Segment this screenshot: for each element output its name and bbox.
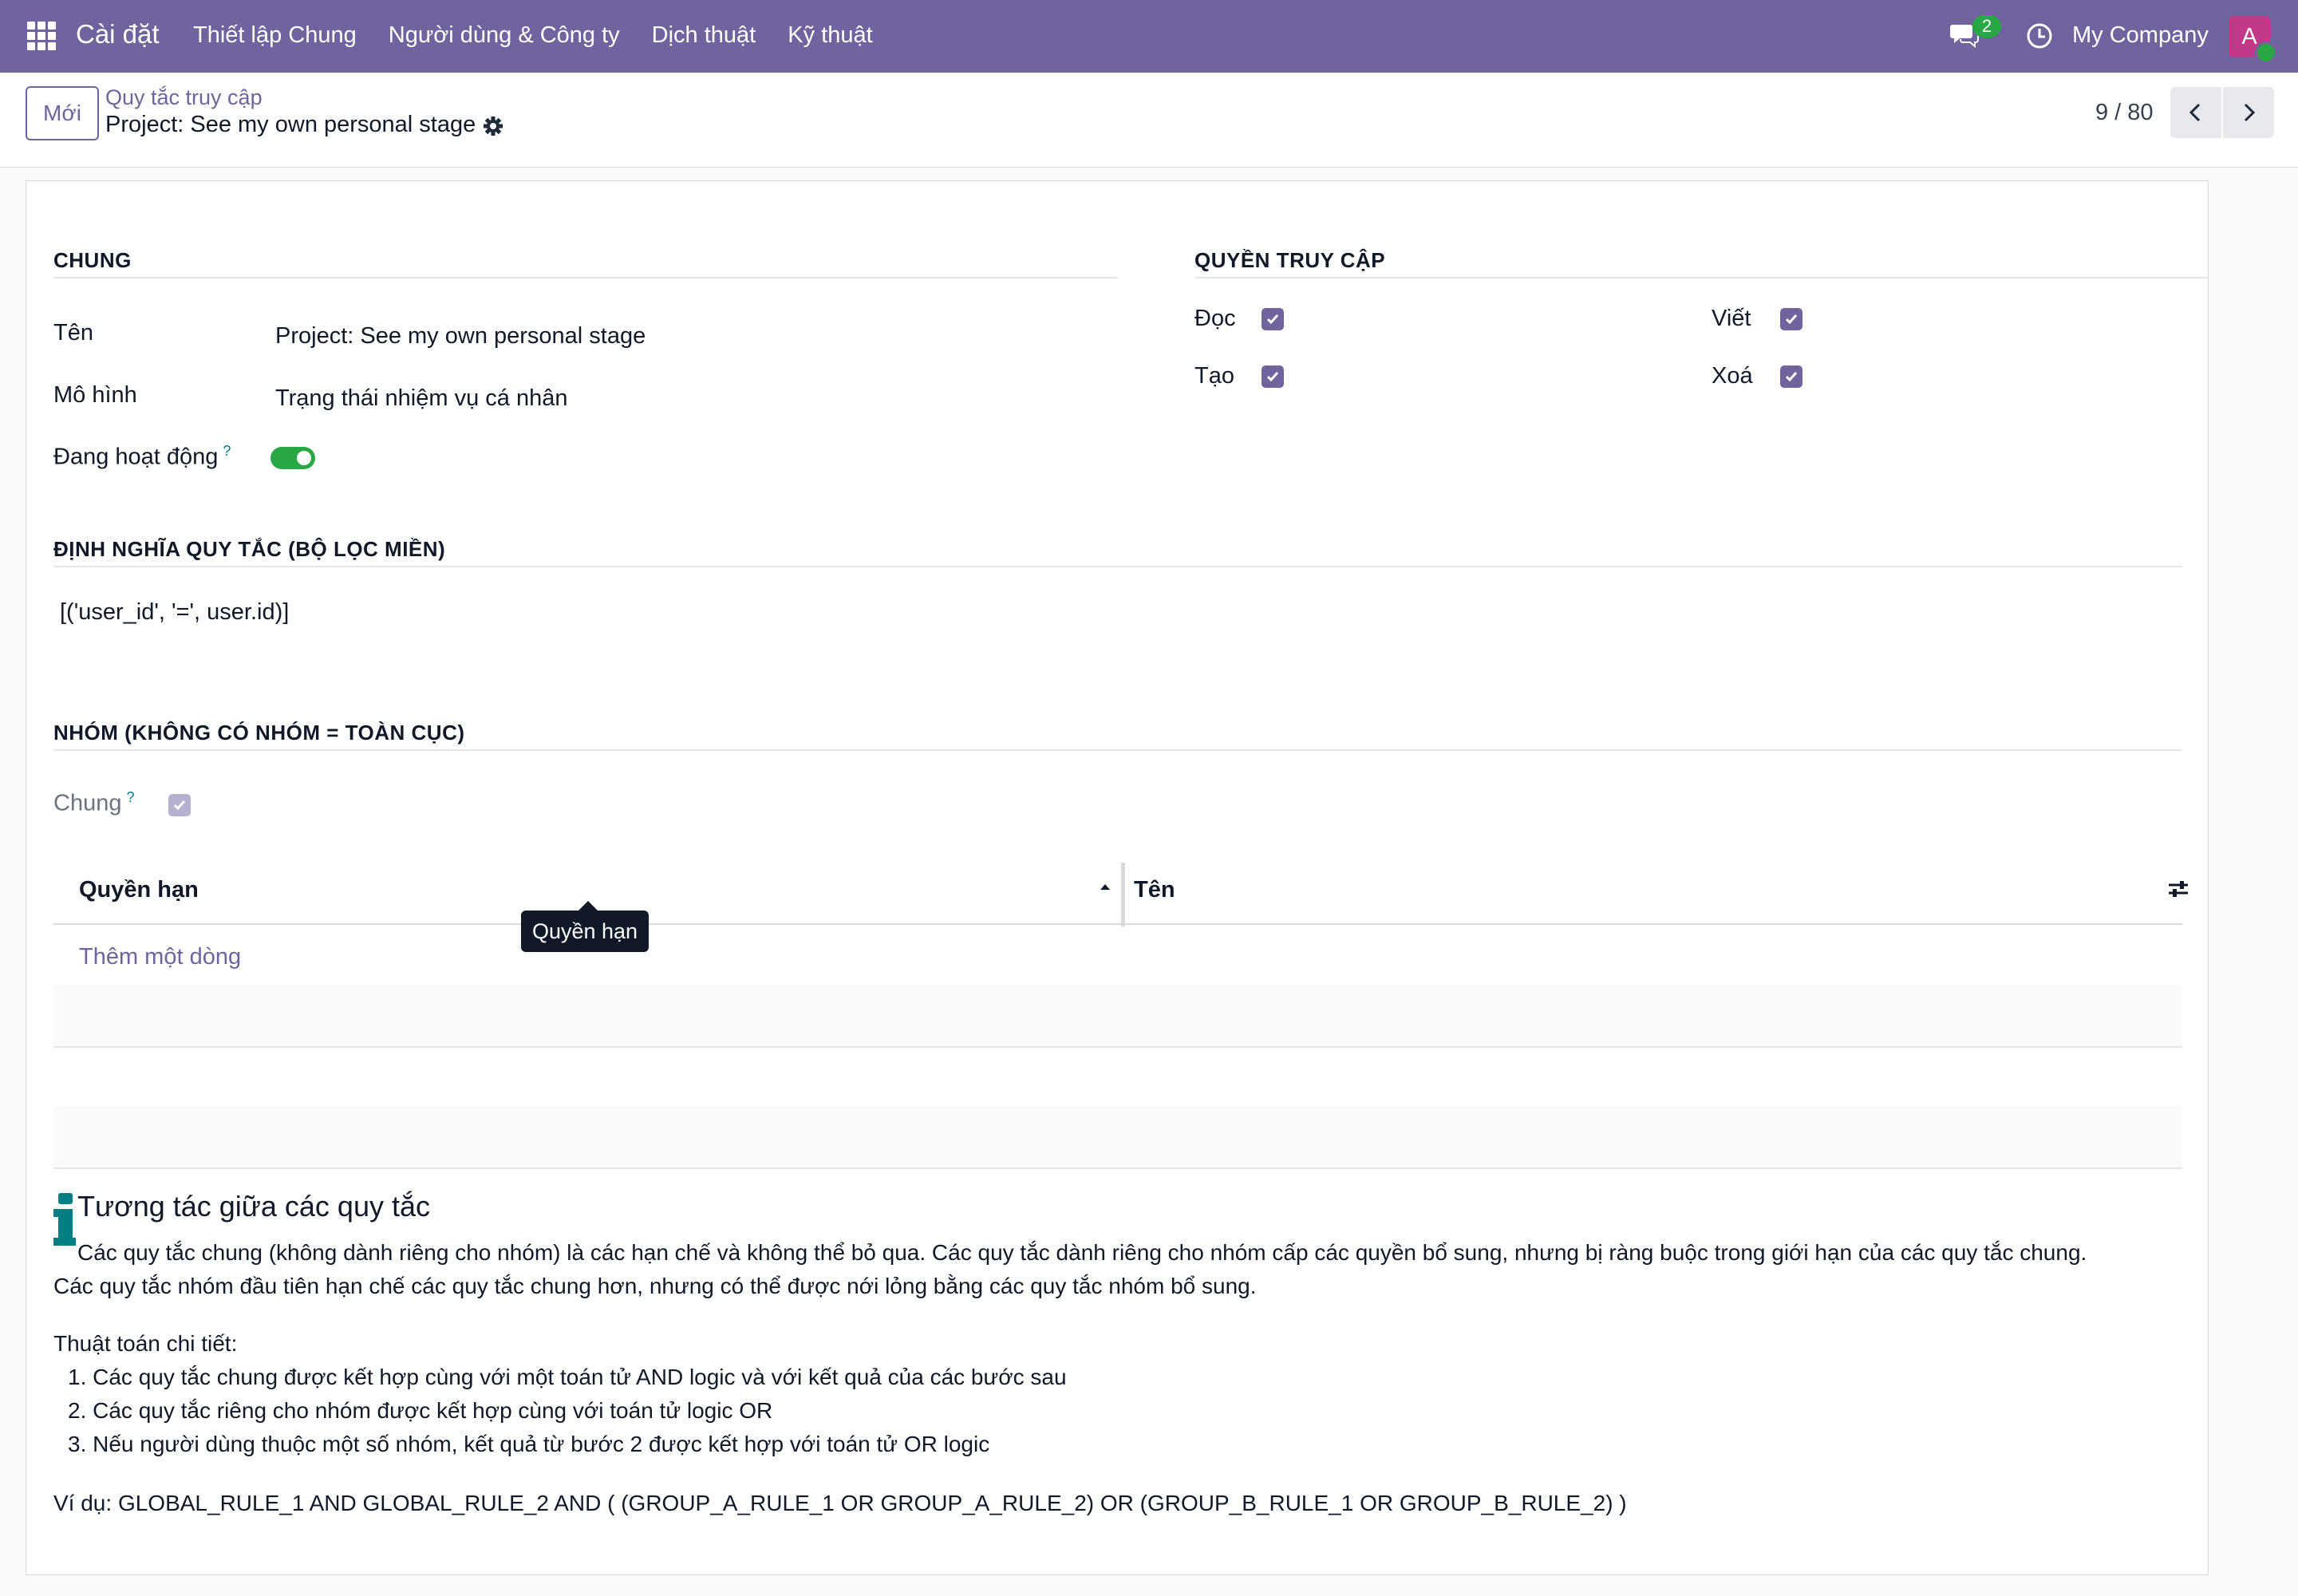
name-label: Tên <box>53 320 93 346</box>
chevron-right-icon <box>2244 103 2256 122</box>
checkmark-icon <box>1785 314 1798 325</box>
column-tooltip: Quyền hạn <box>521 901 649 952</box>
section-general-title: CHUNG <box>53 248 132 272</box>
domain-field[interactable]: [('user_id', '=', user.id)] <box>60 599 289 626</box>
write-label: Viết <box>1712 306 1751 331</box>
model-field[interactable]: Trạng thái nhiệm vụ cá nhân <box>275 385 567 412</box>
section-divider <box>53 749 2182 751</box>
pager-next-button[interactable] <box>2223 87 2274 138</box>
gear-icon[interactable] <box>482 115 504 137</box>
apps-grid-icon[interactable] <box>27 22 56 50</box>
chevron-left-icon <box>2189 103 2201 122</box>
info-icon <box>53 1193 76 1246</box>
help-tooltip-icon[interactable]: ? <box>223 443 231 459</box>
top-navbar: Cài đặt Thiết lập Chung Người dùng & Côn… <box>0 0 2298 73</box>
global-label: Chung? <box>53 789 134 817</box>
pager-previous-button[interactable] <box>2170 87 2221 138</box>
active-toggle[interactable] <box>270 447 315 469</box>
optional-columns-icon[interactable] <box>2166 877 2190 901</box>
column-header-name[interactable]: Tên <box>1134 877 1175 903</box>
company-switcher[interactable]: My Company <box>2072 22 2209 49</box>
read-label: Đọc <box>1194 306 1236 331</box>
menu-translations[interactable]: Dịch thuật <box>652 22 756 49</box>
section-groups-title: NHÓM (KHÔNG CÓ NHÓM = TOÀN CỤC) <box>53 721 465 745</box>
control-panel: Mới Quy tắc truy cập Project: See my own… <box>0 73 2298 168</box>
name-field[interactable]: Project: See my own personal stage <box>275 323 646 350</box>
checkmark-icon <box>173 800 186 811</box>
section-divider <box>53 277 1118 279</box>
table-row <box>53 986 2182 1048</box>
add-line-link[interactable]: Thêm một dòng <box>79 944 241 970</box>
menu-general-settings[interactable]: Thiết lập Chung <box>193 22 357 49</box>
table-row: Thêm một dòng <box>53 925 2182 987</box>
form-sheet: CHUNG Tên Project: See my own personal s… <box>26 180 2209 1575</box>
checkmark-icon <box>1266 314 1279 325</box>
algorithm-title: Thuật toán chi tiết: <box>53 1331 238 1356</box>
section-divider <box>1194 277 2208 279</box>
app-brand[interactable]: Cài đặt <box>76 19 160 49</box>
online-status-dot <box>2255 41 2277 64</box>
section-divider <box>53 566 2182 567</box>
new-button[interactable]: Mới <box>26 86 99 140</box>
help-tooltip-icon[interactable]: ? <box>126 789 134 805</box>
column-header-permission[interactable]: Quyền hạn <box>79 877 199 903</box>
model-label: Mô hình <box>53 382 137 408</box>
info-paragraph-line: Các quy tắc chung (không dành riêng cho … <box>77 1240 2087 1265</box>
menu-technical[interactable]: Kỹ thuật <box>788 22 872 49</box>
create-checkbox[interactable] <box>1262 365 1284 388</box>
active-label: Đang hoạt động? <box>53 443 231 471</box>
algorithm-step: 1. Các quy tắc chung được kết hợp cùng v… <box>68 1365 1067 1389</box>
algorithm-example: Ví dụ: GLOBAL_RULE_1 AND GLOBAL_RULE_2 A… <box>53 1491 1627 1515</box>
section-domain-title: ĐỊNH NGHĨA QUY TẮC (BỘ LỌC MIỀN) <box>53 537 446 561</box>
main-menu: Thiết lập Chung Người dùng & Công ty Dịc… <box>193 22 905 49</box>
menu-users-companies[interactable]: Người dùng & Công ty <box>389 22 620 49</box>
delete-checkbox[interactable] <box>1780 365 1802 388</box>
clock-icon[interactable] <box>2025 22 2054 50</box>
checkmark-icon <box>1785 372 1798 382</box>
info-paragraph-line: Các quy tắc nhóm đầu tiên hạn chế các qu… <box>53 1274 1257 1298</box>
table-row <box>53 1107 2182 1169</box>
delete-label: Xoá <box>1712 363 1753 389</box>
write-checkbox[interactable] <box>1780 308 1802 330</box>
checkmark-icon <box>1266 372 1279 382</box>
active-label-text: Đang hoạt động <box>53 444 219 470</box>
global-label-text: Chung <box>53 790 122 816</box>
table-row <box>53 1046 2182 1108</box>
message-count-badge: 2 <box>1972 15 2001 38</box>
breadcrumb-record-title: Project: See my own personal stage <box>105 112 476 137</box>
create-label: Tạo <box>1194 363 1234 389</box>
groups-table-header: Quyền hạn Tên <box>53 853 2188 926</box>
column-resize-handle[interactable] <box>1121 863 1125 926</box>
read-checkbox[interactable] <box>1262 308 1284 330</box>
pager-value[interactable]: 9 / 80 <box>2095 100 2154 126</box>
info-title: Tương tác giữa các quy tắc <box>77 1190 431 1223</box>
sort-ascending-icon <box>1100 884 1110 890</box>
global-checkbox <box>168 794 191 816</box>
section-access-title: QUYỀN TRUY CẬP <box>1194 248 1386 272</box>
algorithm-step: 2. Các quy tắc riêng cho nhóm được kết h… <box>68 1398 773 1423</box>
algorithm-step: 3. Nếu người dùng thuộc một số nhóm, kết… <box>68 1432 990 1456</box>
breadcrumb-access-rules[interactable]: Quy tắc truy cập <box>105 85 263 110</box>
